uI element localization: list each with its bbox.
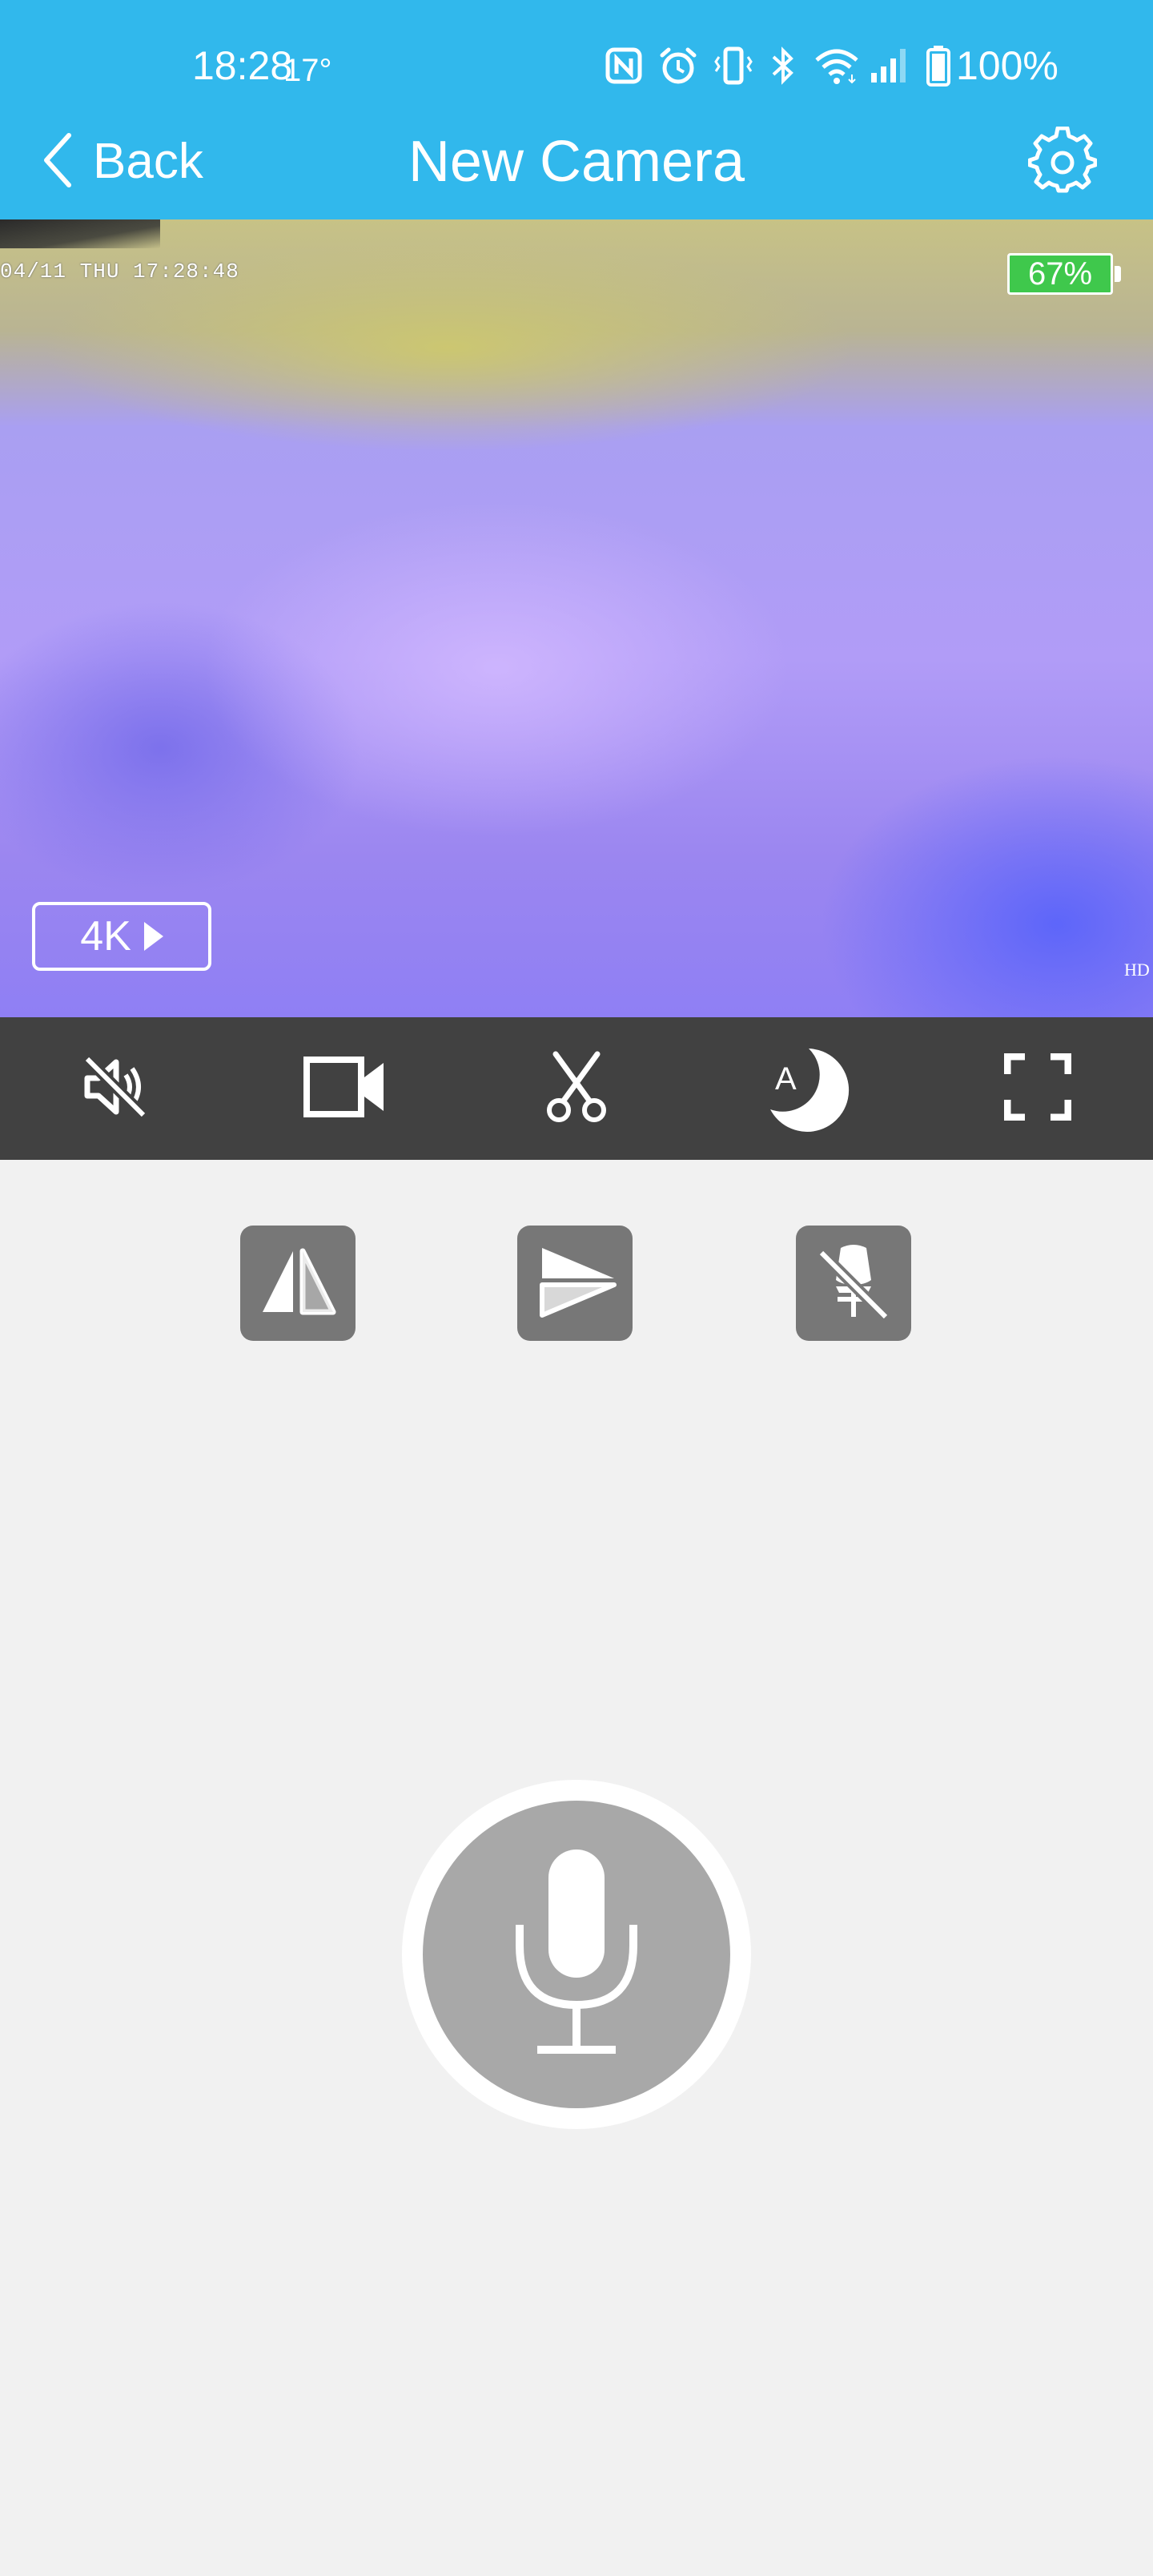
- vibrate-icon: [714, 46, 753, 86]
- night-mode-button[interactable]: A: [762, 1044, 852, 1133]
- battery-icon: [926, 45, 951, 87]
- mute-button[interactable]: [70, 1044, 160, 1133]
- page-title: New Camera: [408, 130, 745, 194]
- signal-icon: [870, 47, 908, 84]
- camera-battery-badge: 67%: [1007, 253, 1113, 295]
- quality-button[interactable]: 4K: [32, 902, 211, 971]
- alarm-icon: [658, 46, 698, 86]
- control-bar: A: [0, 1017, 1153, 1160]
- status-icons: 100%: [605, 40, 1059, 91]
- light-off-icon: [814, 1242, 894, 1326]
- scissors-icon: [543, 1051, 610, 1127]
- light-off-button[interactable]: [796, 1226, 911, 1341]
- nfc-icon: [605, 47, 642, 84]
- flip-vertical-icon: [531, 1242, 619, 1326]
- status-temperature: 17°: [283, 53, 332, 88]
- bluetooth-icon: [770, 46, 796, 86]
- chevron-left-icon: [42, 132, 74, 192]
- record-button[interactable]: [301, 1044, 391, 1133]
- flip-horizontal-button[interactable]: [240, 1226, 356, 1341]
- fullscreen-button[interactable]: [993, 1044, 1083, 1133]
- night-mode-label: A: [775, 1061, 797, 1097]
- status-battery-percent: 100%: [956, 43, 1059, 88]
- back-label: Back: [93, 134, 203, 189]
- video-feed[interactable]: 04/11 THU 17:28:48 67% 4K HD: [0, 219, 1153, 1017]
- microphone-icon: [508, 1845, 645, 2065]
- mute-icon: [81, 1053, 150, 1125]
- gear-icon: [1027, 126, 1098, 199]
- camera-battery-tip: [1115, 266, 1121, 282]
- app-header: 18:28 17° 100% Back New Camera: [0, 0, 1153, 219]
- flip-vertical-button[interactable]: [517, 1226, 633, 1341]
- quality-label: 4K: [80, 913, 131, 960]
- hd-label: HD: [1124, 960, 1150, 980]
- wifi-icon: [814, 46, 860, 86]
- fullscreen-icon: [1003, 1053, 1072, 1125]
- night-mode-icon: A: [762, 1044, 852, 1133]
- back-button[interactable]: Back: [42, 130, 203, 194]
- video-timestamp: 04/11 THU 17:28:48: [0, 260, 239, 284]
- mic-inner: [423, 1801, 730, 2108]
- status-time: 18:28: [192, 43, 293, 88]
- clip-button[interactable]: [532, 1044, 621, 1133]
- play-arrow-icon: [143, 922, 163, 951]
- record-video-icon: [303, 1055, 388, 1123]
- settings-button[interactable]: [1027, 126, 1098, 195]
- video-dark-corner: [0, 219, 160, 248]
- flip-horizontal-icon: [258, 1242, 338, 1326]
- talk-button[interactable]: [402, 1780, 751, 2129]
